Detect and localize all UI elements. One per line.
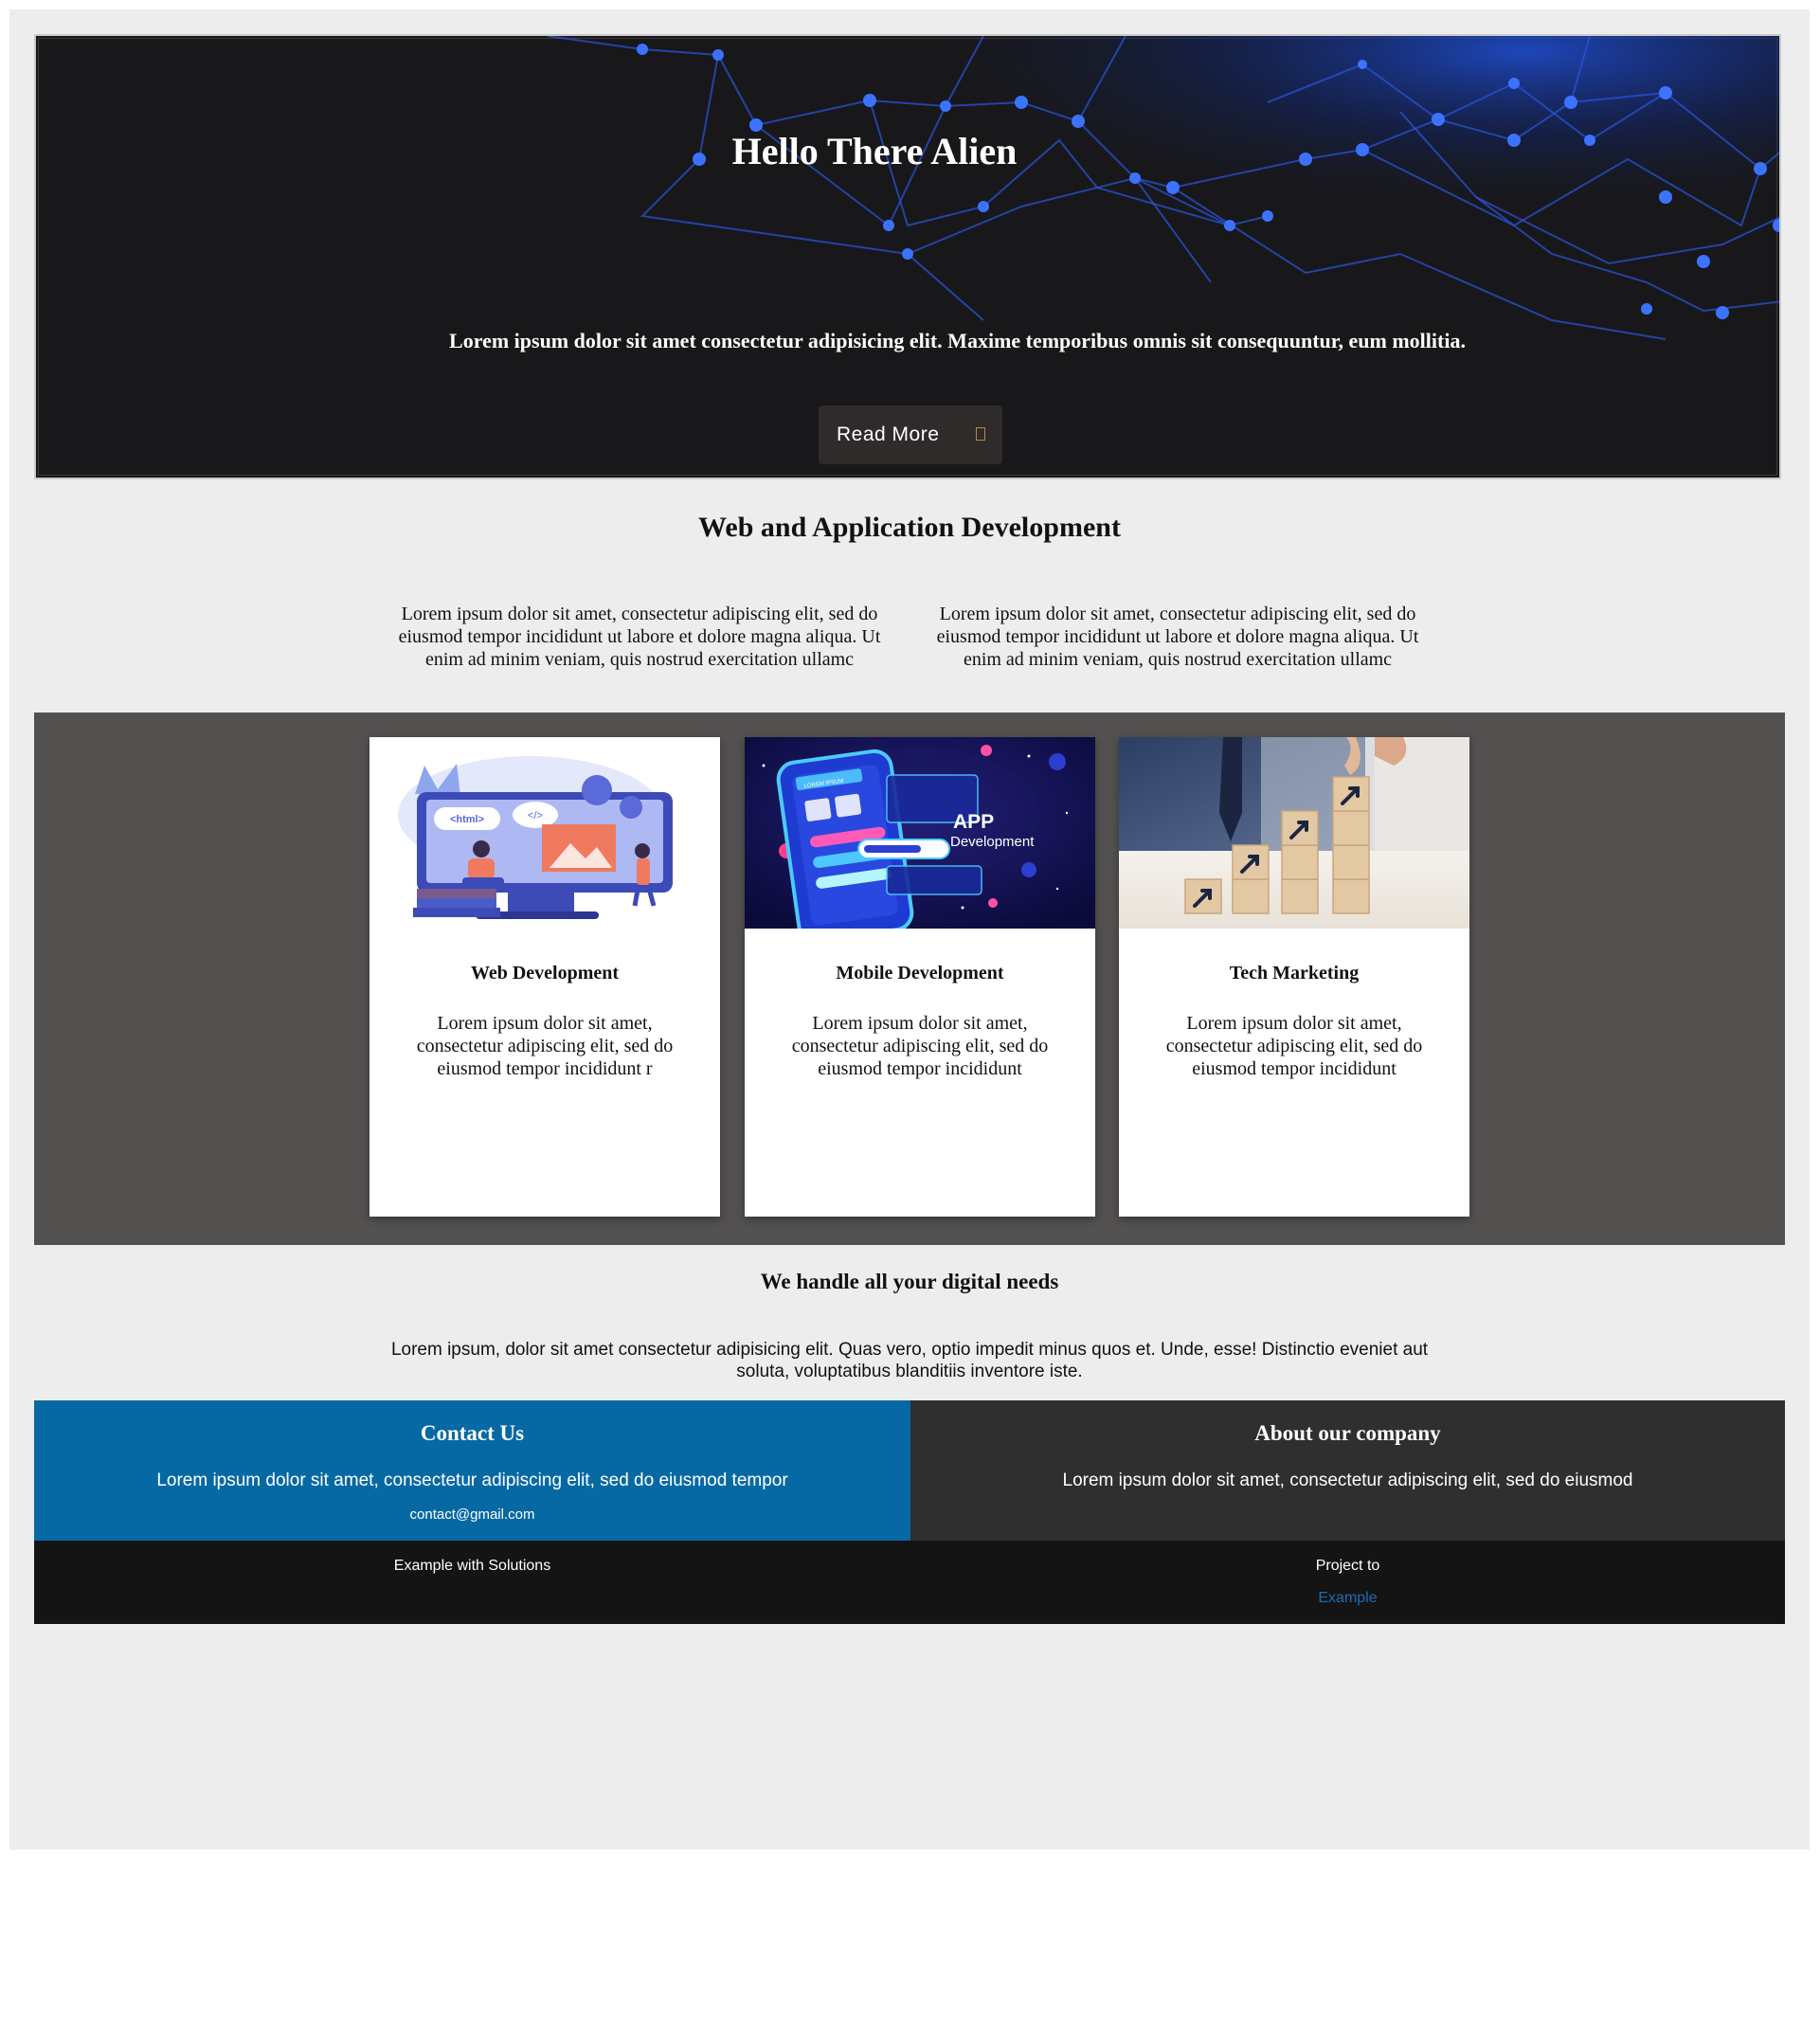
- intro-column-left: Lorem ipsum dolor sit amet, consectetur …: [398, 604, 881, 670]
- development-text: Development: [950, 834, 1035, 850]
- service-card-marketing: Tech Marketing Lorem ipsum dolor sit ame…: [1119, 737, 1469, 1217]
- card-text: Lorem ipsum dolor sit amet, consectetur …: [791, 1013, 1049, 1079]
- contact-section: Contact Us Lorem ipsum dolor sit amet, c…: [34, 1400, 910, 1541]
- footer-example-link[interactable]: Example: [910, 1590, 1785, 1607]
- hero-title: Hello There Alien: [731, 130, 1018, 172]
- about-section: About our company Lorem ipsum dolor sit …: [910, 1400, 1785, 1541]
- read-more-label: Read More: [837, 424, 940, 445]
- contact-email-link[interactable]: contact@gmail.com: [34, 1507, 910, 1523]
- footer-left-text: Example with Solutions: [393, 1558, 551, 1574]
- needs-text: Lorem ipsum, dolor sit amet consectetur …: [390, 1340, 1429, 1381]
- hero-banner: Hello There Alien Lorem ipsum dolor sit …: [34, 34, 1781, 479]
- footer-right-text: Project to: [1315, 1558, 1380, 1574]
- contact-title: Contact Us: [420, 1421, 525, 1445]
- section-title: Web and Application Development: [698, 512, 1121, 543]
- page: Hello There Alien Lorem ipsum dolor sit …: [9, 9, 1810, 1850]
- card-text: Lorem ipsum dolor sit amet, consectetur …: [416, 1013, 674, 1079]
- web-development-illustration: <html> </>: [369, 737, 720, 929]
- contact-text: Lorem ipsum dolor sit amet, consectetur …: [156, 1471, 788, 1490]
- about-title: About our company: [1254, 1421, 1441, 1445]
- html-tag-text: <html>: [450, 814, 484, 825]
- service-card-mobile: LOREM IPSUM APP Development Mobile Devel…: [745, 737, 1095, 1217]
- needs-title: We handle all your digital needs: [760, 1270, 1059, 1293]
- card-text: Lorem ipsum dolor sit amet, consectetur …: [1165, 1013, 1423, 1079]
- read-more-button[interactable]: Read More: [819, 406, 1002, 464]
- hero-subtitle: Lorem ipsum dolor sit amet consectetur a…: [449, 329, 1466, 352]
- card-title: Mobile Development: [836, 963, 1004, 983]
- service-card-web: <html> </> Web Development Lorem ipsum d…: [369, 737, 720, 1217]
- app-text: APP: [953, 811, 994, 833]
- services-band: <html> </> Web Development Lorem ipsum d…: [34, 713, 1785, 1245]
- card-title: Web Development: [470, 963, 620, 983]
- app-development-illustration: LOREM IPSUM APP Development: [745, 737, 1095, 929]
- growth-blocks-photo: [1119, 737, 1469, 929]
- card-title: Tech Marketing: [1229, 963, 1360, 983]
- footer: Example with Solutions Project to Exampl…: [34, 1541, 1785, 1624]
- code-tag-text: </>: [528, 810, 543, 821]
- intro-column-right: Lorem ipsum dolor sit amet, consectetur …: [936, 604, 1419, 670]
- about-text: Lorem ipsum dolor sit amet, consectetur …: [1062, 1471, 1633, 1490]
- arrow-icon: [976, 427, 985, 441]
